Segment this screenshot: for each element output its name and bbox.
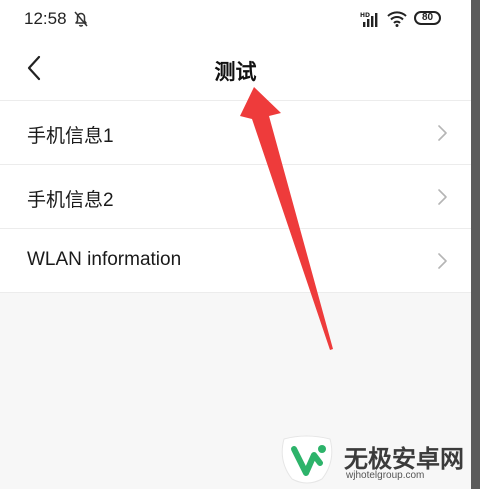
chevron-right-icon <box>438 125 447 141</box>
list-item-wlan-information[interactable]: WLAN information <box>0 229 471 293</box>
signal-icon: HD <box>360 12 378 27</box>
status-time: 12:58 <box>24 9 67 28</box>
list-item-label: 手机信息2 <box>27 190 114 211</box>
list-item-label: WLAN information <box>27 249 182 270</box>
phone-screen: 12:58 HD 80 测试 手机信息1 手机信息2 WLAN informat… <box>0 0 471 489</box>
screen-edge-strip <box>471 0 480 489</box>
page-title: 测试 <box>214 61 257 84</box>
svg-text:HD: HD <box>360 12 370 19</box>
list-item-phone-info-1[interactable]: 手机信息1 <box>0 101 471 165</box>
chevron-right-icon <box>438 253 447 269</box>
list-item-phone-info-2[interactable]: 手机信息2 <box>0 165 471 229</box>
title-bar: 测试 <box>0 38 471 100</box>
battery-icon: 80 <box>414 11 441 25</box>
watermark: 无极安卓网 wjhotelgroup.com <box>276 433 480 489</box>
watermark-url: wjhotelgroup.com <box>346 470 425 481</box>
watermark-brand: 无极安卓网 <box>344 446 464 473</box>
wifi-icon <box>387 11 407 27</box>
list-item-label: 手机信息1 <box>27 126 114 147</box>
watermark-logo <box>281 435 333 484</box>
chevron-right-icon <box>438 189 447 205</box>
bell-off-icon <box>74 11 88 27</box>
status-bar: 12:58 HD 80 <box>0 0 471 38</box>
settings-list: 手机信息1 手机信息2 WLAN information <box>0 100 471 293</box>
